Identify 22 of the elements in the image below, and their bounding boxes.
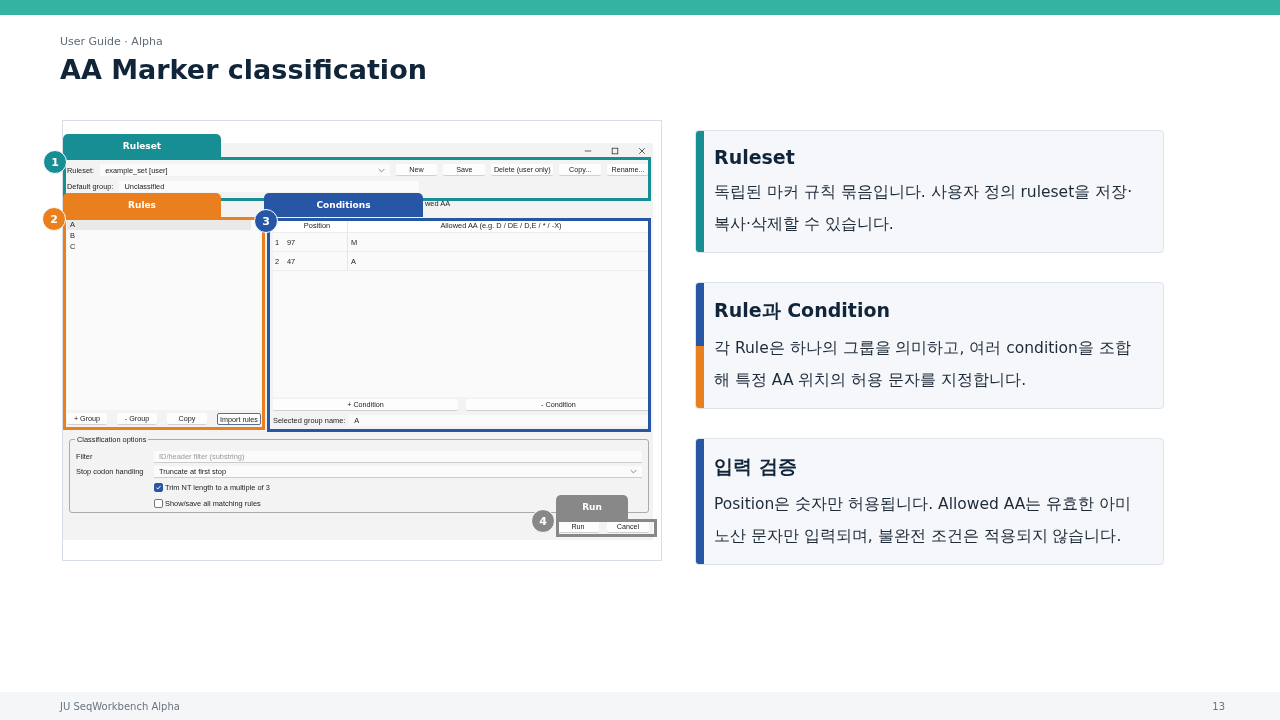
callout-number: 1 xyxy=(43,150,67,174)
slide-kicker: User Guide · Alpha xyxy=(60,35,164,48)
callout-label: Rules xyxy=(63,193,221,217)
card-text: Position은 숫자만 허용됩니다. Allowed AA는 유효한 아미노산 문자만 입력되며, 불완전 조건은 적용되지 않습니다. xyxy=(714,494,1133,547)
callout-label: Conditions xyxy=(264,193,423,217)
chevron-icon xyxy=(377,167,385,173)
card-text: 독립된 마커 규칙 묶음입니다. 사용자 정의 ruleset을 저장·복사·삭제할 수 있습니다. xyxy=(714,182,1134,235)
callout-label: Run xyxy=(556,495,628,519)
page-number: 13 xyxy=(1212,700,1225,712)
maximize-icon[interactable] xyxy=(611,146,619,155)
callout-label: Ruleset xyxy=(63,134,221,158)
footer-text: JU SeqWorkbench Alpha xyxy=(60,700,180,712)
checkbox[interactable] xyxy=(154,498,163,508)
card-text: 각 Rule은 하나의 그룹을 의미하고, 여러 condition을 조합해 특정 AA 위치의 허용 문자를 지정합니다. xyxy=(714,338,1132,391)
checkbox[interactable] xyxy=(154,482,163,492)
card-title: Ruleset xyxy=(714,146,796,168)
slide-title: AA Marker classification xyxy=(60,54,428,85)
chevron-icon xyxy=(630,468,637,474)
close-icon[interactable] xyxy=(638,146,646,155)
card-title: 입력 검증 xyxy=(714,454,798,479)
callout-number: 2 xyxy=(42,207,66,231)
card-title: Rule과 Condition xyxy=(714,298,891,323)
